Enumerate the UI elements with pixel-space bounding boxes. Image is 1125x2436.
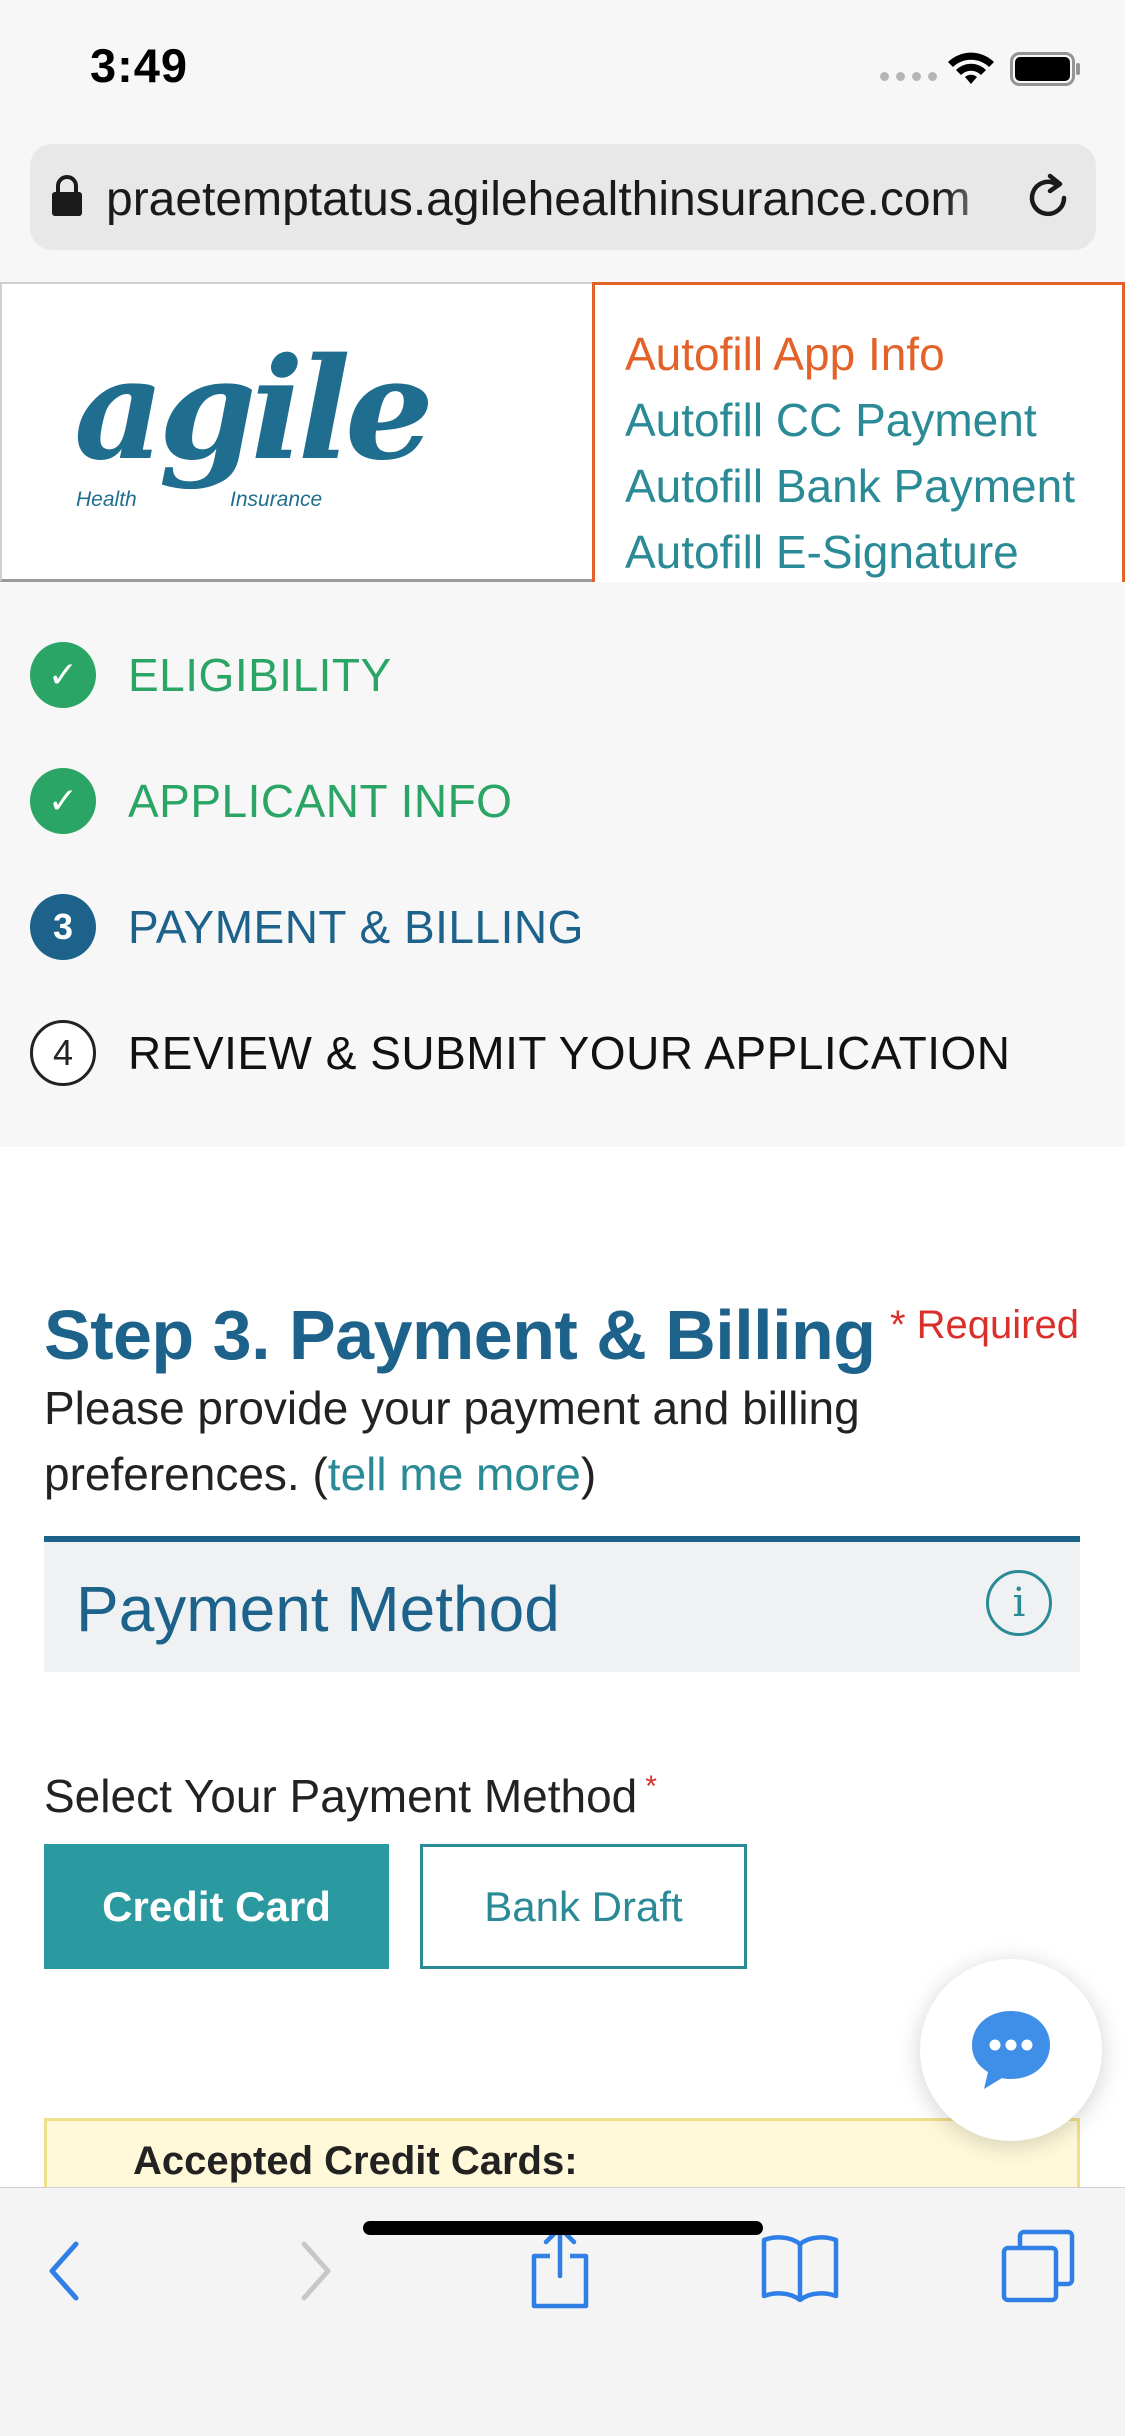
- cellular-signal-icon: [880, 72, 937, 81]
- autofill-panel: Autofill App Info Autofill CC Payment Au…: [592, 282, 1125, 612]
- bank-draft-button[interactable]: Bank Draft: [420, 1844, 747, 1969]
- step-eligibility[interactable]: ✓ ELIGIBILITY: [30, 642, 392, 708]
- back-icon[interactable]: [44, 2238, 84, 2304]
- battery-icon: [1010, 52, 1080, 86]
- logo-health-text: Health: [76, 488, 137, 511]
- step-label: PAYMENT & BILLING: [128, 901, 584, 953]
- share-icon[interactable]: [528, 2224, 592, 2310]
- check-icon: ✓: [30, 642, 96, 708]
- step-label: APPLICANT INFO: [128, 775, 513, 827]
- main-content: Step 3. Payment & Billing * Required Ple…: [0, 1147, 1125, 2318]
- step-label: ELIGIBILITY: [128, 649, 392, 701]
- logo-insurance-text: Insurance: [230, 488, 323, 511]
- intro-text: Please provide your payment and billing …: [44, 1375, 944, 1507]
- accepted-cards-title: Accepted Credit Cards:: [133, 2139, 578, 2183]
- autofill-app-info-link[interactable]: Autofill App Info: [625, 321, 1122, 387]
- payment-method-label: Select Your Payment Method *: [44, 1769, 657, 1823]
- autofill-bank-payment-link[interactable]: Autofill Bank Payment: [625, 453, 1122, 519]
- step-number-badge: 3: [30, 894, 96, 960]
- step-number-badge: 4: [30, 1020, 96, 1086]
- chat-bubble-icon: [972, 2011, 1050, 2089]
- url-text: praetemptatus.agilehealthinsurance.com: [106, 173, 971, 226]
- required-note: * Required: [889, 1303, 1079, 1347]
- home-indicator[interactable]: [363, 2221, 763, 2235]
- payment-method-section-header: Payment Method i: [44, 1536, 1080, 1672]
- lock-icon: [52, 175, 82, 216]
- bookmarks-icon[interactable]: [760, 2232, 840, 2302]
- step-review-submit: 4 REVIEW & SUBMIT YOUR APPLICATION: [30, 1020, 1011, 1086]
- address-bar[interactable]: praetemptatus.agilehealthinsurance.com: [30, 144, 1096, 250]
- tell-me-more-link[interactable]: tell me more: [328, 1448, 581, 1500]
- browser-chrome: praetemptatus.agilehealthinsurance.com: [0, 140, 1125, 282]
- browser-toolbar: [0, 2187, 1125, 2436]
- intro-suffix: ): [580, 1448, 597, 1500]
- credit-card-button[interactable]: Credit Card: [44, 1844, 389, 1969]
- progress-steps: ✓ ELIGIBILITY ✓ APPLICANT INFO 3 PAYMENT…: [0, 582, 1125, 1147]
- logo-registered-mark: ®: [368, 396, 380, 413]
- page-title: Step 3. Payment & Billing: [44, 1296, 876, 1374]
- status-bar: 3:49: [0, 0, 1125, 140]
- status-time: 3:49: [90, 39, 189, 92]
- autofill-e-signature-link[interactable]: Autofill E-Signature: [625, 519, 1122, 585]
- chat-button[interactable]: [920, 1959, 1102, 2141]
- logo[interactable]: agile ® Health Insurance: [0, 282, 592, 582]
- site-header: agile ® Health Insurance Autofill App In…: [0, 282, 1125, 612]
- autofill-cc-payment-link[interactable]: Autofill CC Payment: [625, 387, 1122, 453]
- check-icon: ✓: [30, 768, 96, 834]
- step-payment-billing: 3 PAYMENT & BILLING: [30, 894, 584, 960]
- tabs-icon[interactable]: [1000, 2228, 1076, 2304]
- forward-icon[interactable]: [296, 2238, 336, 2304]
- wifi-icon: [948, 52, 994, 84]
- payment-method-label-text: Select Your Payment Method: [44, 1770, 638, 1822]
- reload-icon[interactable]: [1022, 172, 1074, 224]
- info-icon[interactable]: i: [986, 1570, 1052, 1636]
- required-star: *: [645, 1769, 657, 1803]
- step-label: REVIEW & SUBMIT YOUR APPLICATION: [128, 1027, 1011, 1079]
- section-title: Payment Method: [76, 1573, 560, 1645]
- step-applicant-info[interactable]: ✓ APPLICANT INFO: [30, 768, 512, 834]
